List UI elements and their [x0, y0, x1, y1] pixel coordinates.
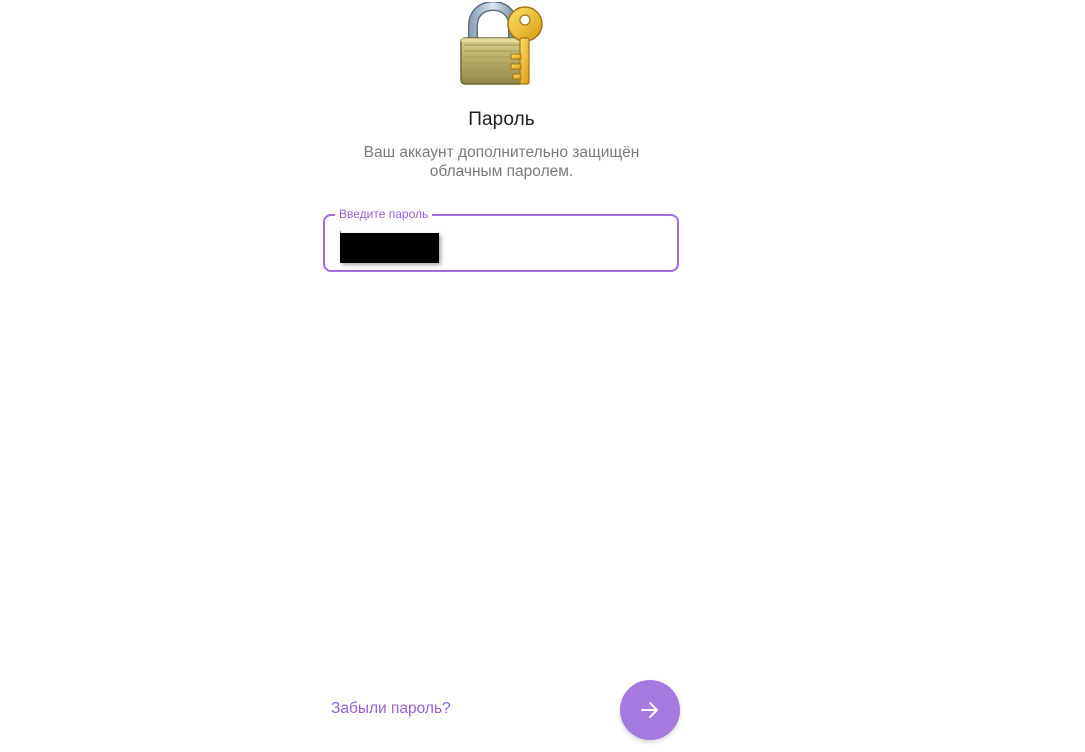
forgot-password-link[interactable]: Забыли пароль? [331, 700, 451, 718]
lock-with-key-icon [460, 2, 543, 85]
password-screen: Пароль Ваш аккаунт дополнительно защищён… [0, 0, 1085, 752]
arrow-right-icon [641, 702, 658, 718]
page-subtitle: Ваш аккаунт дополнительно защищён облачн… [0, 143, 1003, 181]
page-title: Пароль [468, 109, 535, 130]
next-button[interactable] [620, 680, 680, 740]
subtitle-line-1: Ваш аккаунт дополнительно защищён [363, 144, 640, 161]
subtitle-line-2: облачным паролем. [429, 163, 574, 180]
password-field[interactable]: Введите пароль [323, 207, 679, 272]
redaction-box [340, 233, 439, 263]
password-field-label: Введите пароль [335, 207, 433, 221]
